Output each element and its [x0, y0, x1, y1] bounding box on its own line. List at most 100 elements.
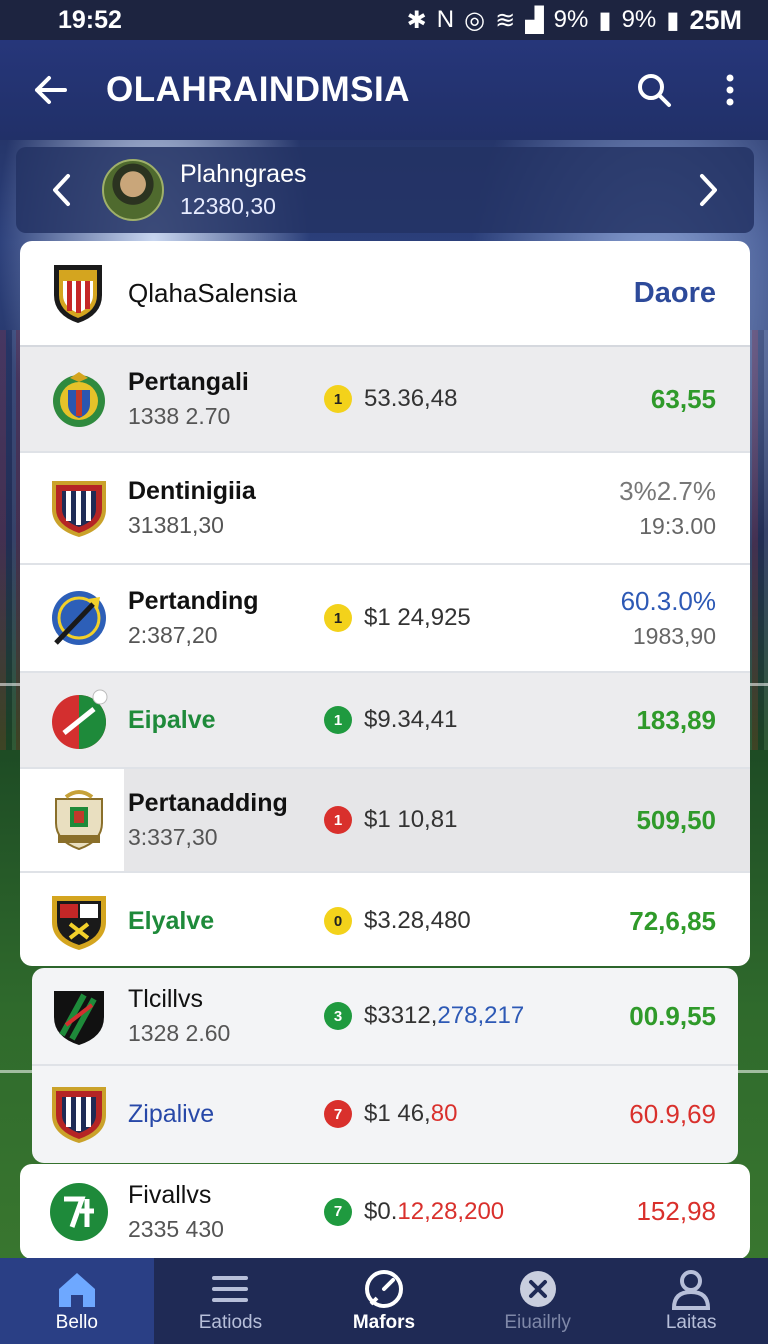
- rank-badge: 1: [324, 385, 352, 413]
- team-score: 60.9,69: [629, 1098, 716, 1129]
- search-button[interactable]: [616, 40, 692, 140]
- standings-card: QlahaSalensia Daore Pertangali 1338 2.70 …: [20, 241, 750, 966]
- status-extra: 25M: [689, 4, 742, 35]
- team-crest-icon: [55, 790, 103, 851]
- battery-icon: ▮: [666, 6, 680, 34]
- team-crest-icon: [52, 689, 108, 749]
- team-row[interactable]: Tlcillvs 1328 2.60 3 $3312,278,217 00.9,55: [32, 968, 738, 1066]
- team-crest-icon: [52, 591, 106, 645]
- team-row[interactable]: Dentinigiia 31381,30 3%2.7% 19:3.00: [20, 453, 750, 565]
- team-row[interactable]: Pertanding 2:387,20 1 $1 24,925 60.3.0% 198…: [20, 565, 750, 673]
- team-amount-prefix: $3312,: [364, 1002, 438, 1029]
- team-amount: $1 24,925: [364, 604, 471, 631]
- player-info: Plahngraes 12380,30: [180, 160, 664, 220]
- team-amount-suffix: 80: [430, 1100, 458, 1127]
- nav-item-eiuailrly[interactable]: Eiuailrly: [461, 1258, 615, 1344]
- player-name: Plahngraes: [180, 160, 307, 188]
- chevron-right-icon: [700, 174, 717, 206]
- nfc-icon: N: [436, 6, 455, 33]
- team-row[interactable]: Pertangali 1338 2.70 1 53.36,48 63,55: [20, 347, 750, 453]
- team-amount-prefix: $0.: [364, 1197, 398, 1225]
- team-amount-prefix: $1 46,: [364, 1100, 431, 1127]
- previous-player-button[interactable]: [16, 147, 106, 233]
- team-name: Pertanadding: [128, 789, 288, 817]
- team-score: 509,50: [636, 804, 716, 835]
- bottom-navigation: Bello Eatiods Mafors Eiuailrly Laitas: [0, 1258, 768, 1344]
- team-score: 00.9,55: [629, 1000, 716, 1031]
- rank-badge: 0: [324, 907, 352, 935]
- wifi-icon: ≋: [495, 6, 516, 34]
- team-crest-icon: [52, 1087, 106, 1143]
- arrow-left-icon: [35, 76, 67, 104]
- nav-label: Eiuailrly: [504, 1312, 571, 1333]
- app-bar: OLAHRAINDMSIA: [0, 40, 768, 140]
- search-icon: [638, 74, 671, 107]
- rank-badge: 1: [324, 604, 352, 632]
- chevron-left-icon: [53, 174, 70, 206]
- nav-label: Mafors: [352, 1312, 416, 1333]
- player-value: 12380,30: [180, 193, 276, 219]
- status-bar: 19:52 ✱ N ◎ ≋ ▟ 9% ▮ 9% ▮ 25M: [0, 0, 768, 40]
- back-button[interactable]: [0, 40, 100, 140]
- team-name: Tlcillvs: [128, 985, 203, 1013]
- team-percent: 3%2.7%: [619, 476, 716, 506]
- status-time: 19:52: [58, 5, 122, 34]
- player-avatar: [102, 159, 164, 221]
- nav-item-laitas[interactable]: Laitas: [614, 1258, 768, 1344]
- battery-icon: ▮: [598, 6, 612, 34]
- rank-badge: 3: [324, 1002, 352, 1030]
- team-subtext: 31381,30: [128, 512, 224, 538]
- battery-percent-2: 9%: [621, 6, 657, 33]
- team-amount: 53.36,48: [364, 385, 458, 412]
- team-percent: 60.3.0%: [620, 586, 716, 616]
- team-name: Fivallvs: [128, 1180, 212, 1209]
- team-points: 19:3.00: [639, 513, 716, 539]
- team-name: Pertangali: [128, 368, 249, 396]
- club-name: QlahaSalensia: [128, 277, 298, 308]
- team-subtext: 2335 430: [128, 1215, 224, 1242]
- team-row[interactable]: Eipalve 1 $9.34,41 183,89: [20, 673, 750, 769]
- team-subtext: 1328 2.60: [128, 1020, 231, 1046]
- team-row[interactable]: Zipalive 7 $1 46,80 60.9,69: [32, 1066, 738, 1162]
- team-subtext: 1338 2.70: [128, 403, 231, 429]
- nav-item-mafors[interactable]: Mafors: [307, 1258, 461, 1344]
- standings-card-secondary: Tlcillvs 1328 2.60 3 $3312,278,217 00.9,55…: [32, 968, 738, 1163]
- user-icon: [672, 1270, 711, 1310]
- team-amount: $1 10,81: [364, 806, 458, 833]
- team-crest-icon: [52, 481, 106, 537]
- team-score: 183,89: [636, 704, 716, 735]
- rank-badge: 1: [324, 706, 352, 734]
- team-name: Eipalve: [128, 705, 216, 734]
- team-points: 1983,90: [632, 623, 716, 649]
- player-selector: Plahngraes 12380,30: [16, 147, 754, 233]
- nav-item-eatiods[interactable]: Eatiods: [154, 1258, 308, 1344]
- nav-label: Laitas: [665, 1312, 717, 1333]
- team-row[interactable]: Pertanadding 3:337,30 1 $1 10,81 509,50: [20, 769, 750, 873]
- bluetooth-icon: ✱: [406, 6, 427, 34]
- team-name: Dentinigiia: [128, 477, 256, 505]
- more-link[interactable]: Daore: [634, 277, 716, 310]
- team-name: Elyalve: [128, 906, 215, 935]
- team-crest-icon: [54, 991, 104, 1045]
- alarm-icon: ◎: [464, 6, 486, 34]
- team-row[interactable]: Elyalve 0 $3.28,480 72,6,85: [20, 873, 750, 966]
- team-subtext: 3:337,30: [128, 824, 218, 850]
- team-amount-suffix: 12,28,200: [397, 1197, 505, 1225]
- team-crest-icon: [50, 1182, 108, 1241]
- team-amount-suffix: 278,217: [437, 1002, 525, 1029]
- nav-item-bello[interactable]: Bello: [0, 1258, 154, 1344]
- more-vertical-icon: [726, 74, 734, 106]
- team-name: Zipalive: [128, 1099, 215, 1128]
- team-amount: $9.34,41: [364, 706, 458, 733]
- next-player-button[interactable]: [664, 147, 754, 233]
- team-amount: $3.28,480: [364, 907, 471, 934]
- rank-badge: 7: [324, 1197, 352, 1226]
- page-title: OLAHRAINDMSIA: [106, 70, 410, 109]
- team-crest-icon: [53, 372, 105, 427]
- more-options-button[interactable]: [692, 40, 768, 140]
- standings-card-tertiary: Fivallvs 2335 430 7 $0.12,28,200 152,98: [20, 1164, 750, 1259]
- list-icon: [212, 1276, 249, 1302]
- team-row[interactable]: Fivallvs 2335 430 7 $0.12,28,200 152,98: [20, 1164, 750, 1259]
- team-score: 152,98: [636, 1196, 716, 1226]
- rank-badge: 7: [324, 1100, 352, 1128]
